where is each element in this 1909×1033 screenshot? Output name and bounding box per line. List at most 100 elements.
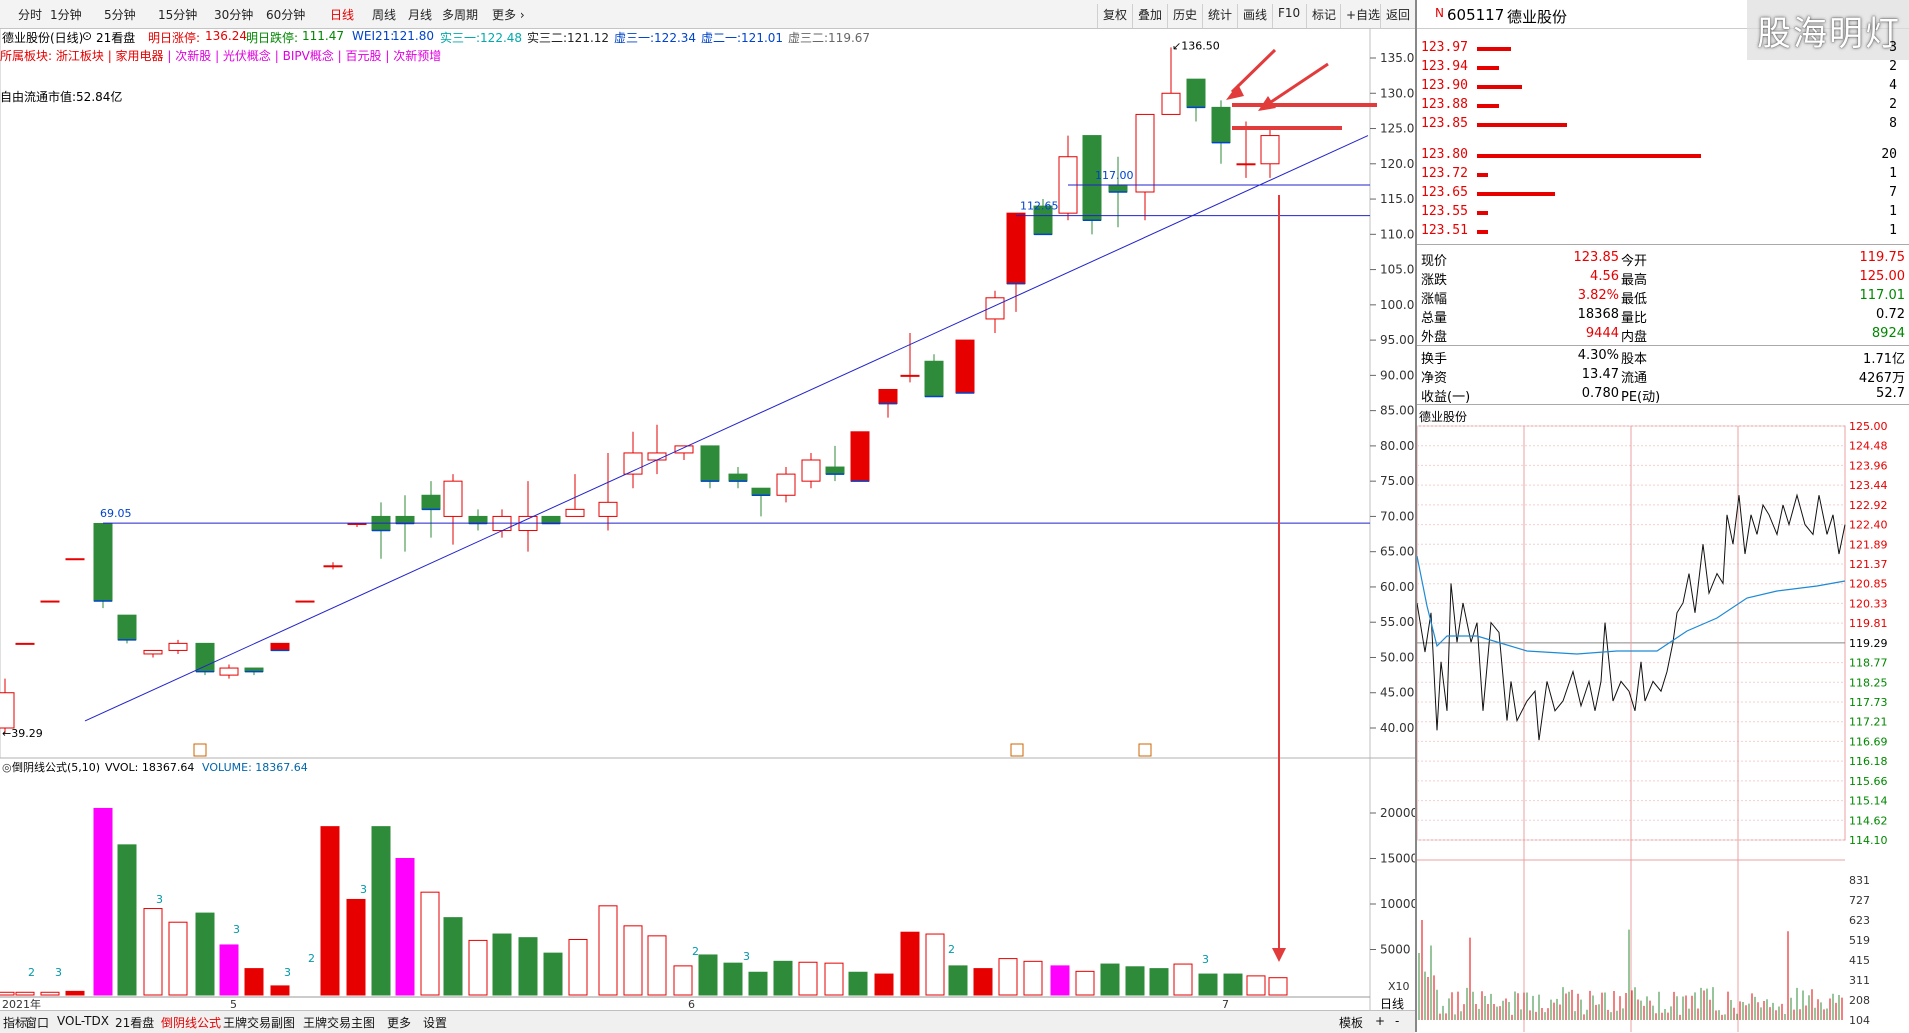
volume-bar[interactable] [1247,976,1265,995]
volume-bar[interactable] [144,909,162,995]
volume-bar[interactable] [519,938,537,995]
volume-bar[interactable] [1150,969,1168,995]
candle-body[interactable] [566,509,584,516]
candle-body[interactable] [1162,93,1180,114]
volume-bar[interactable] [569,939,587,995]
volume-bar[interactable] [901,932,919,995]
candle-body[interactable] [66,559,84,560]
volume-bar[interactable] [469,940,487,995]
tool-button-6[interactable]: 标记 [1306,4,1341,28]
volume-bar[interactable] [196,913,214,995]
candle-body[interactable] [542,516,560,523]
tool-button-5[interactable]: F10 [1272,4,1305,28]
volume-bar[interactable] [396,859,414,996]
bottom-tab-8[interactable]: 设置 [420,1014,450,1031]
candle-body[interactable] [648,453,666,460]
candle-body[interactable] [826,467,844,474]
volume-bar[interactable] [1024,961,1042,995]
candle-body[interactable] [41,601,59,602]
candle-body[interactable] [802,460,820,481]
order-book-row[interactable]: 123.88 2 [1417,97,1897,115]
volume-bar[interactable] [1174,964,1192,995]
order-book-row[interactable]: 123.90 4 [1417,78,1897,96]
bottom-tab-7[interactable]: 更多 [384,1014,414,1031]
candle-body[interactable] [144,650,162,654]
volume-bar[interactable] [1126,967,1144,995]
volume-bar[interactable] [372,827,390,995]
candle-body[interactable] [16,643,34,644]
candle-body[interactable] [220,668,238,675]
candle-body[interactable] [701,446,719,481]
volume-bar[interactable] [624,926,642,995]
volume-bar[interactable] [1269,978,1287,995]
event-marker-icon[interactable] [1139,744,1151,756]
candle-body[interactable] [752,488,770,495]
order-book-row[interactable]: 123.65 7 [1417,185,1897,203]
period-tab-10[interactable]: 更多 › [492,6,525,23]
volume-bar[interactable] [1199,974,1217,995]
candle-body[interactable] [118,615,136,640]
period-tab-0[interactable]: 分时 [18,6,42,23]
candle-body[interactable] [1136,114,1154,192]
volume-bar[interactable] [321,827,339,995]
bottom-tab-6[interactable]: 王牌交易主图 [300,1014,378,1031]
candle-body[interactable] [925,361,943,396]
volume-bar[interactable] [66,991,84,995]
candle-body[interactable] [469,516,487,523]
tool-button-3[interactable]: 统计 [1202,4,1237,28]
volume-bar[interactable] [118,845,136,995]
volume-bar[interactable] [544,953,562,995]
volume-bar[interactable] [699,955,717,995]
volume-bar[interactable] [749,972,767,995]
volume-bar[interactable] [1051,966,1069,995]
volume-bar[interactable] [16,992,34,995]
volume-bar[interactable] [1076,971,1094,995]
bottom-tab-5[interactable]: 王牌交易副图 [220,1014,298,1031]
candlestick-chart[interactable]: 135.0 130.0 125.0 120.0 115.0 110.0 105.0 100.0… [0,28,1415,1010]
order-book-row[interactable]: 123.80 20 [1417,147,1897,165]
order-book-row[interactable]: 123.51 1 [1417,223,1897,241]
order-book-row[interactable]: 123.55 1 [1417,204,1897,222]
order-book-row[interactable]: 123.85 8 [1417,116,1897,134]
order-book-row[interactable]: 123.94 2 [1417,59,1897,77]
candle-body[interactable] [444,481,462,516]
period-tab-3[interactable]: 15分钟 [158,6,197,23]
intraday-chart[interactable]: 125.00 124.48 123.96 123.44 122.92 122.40 121.… [1417,420,1909,1032]
period-tab-1[interactable]: 1分钟 [50,6,82,23]
order-book-row[interactable]: 123.72 1 [1417,166,1897,184]
candle-body[interactable] [94,523,112,601]
tool-button-4[interactable]: 画线 [1237,4,1272,28]
volume-bar[interactable] [974,969,992,995]
volume-bar[interactable] [421,892,439,995]
volume-bar[interactable] [41,992,59,995]
volume-bar[interactable] [245,969,263,995]
candle-body[interactable] [599,502,617,516]
volume-bar[interactable] [799,962,817,995]
volume-bar[interactable] [875,974,893,995]
candle-body[interactable] [1261,136,1279,164]
candle-body[interactable] [169,643,187,650]
tool-button-2[interactable]: 历史 [1167,4,1202,28]
volume-bar[interactable] [949,966,967,995]
event-marker-icon[interactable] [1011,744,1023,756]
volume-bar[interactable] [0,992,14,995]
bottom-right-button-0[interactable]: 模板 [1336,1014,1366,1031]
volume-bar[interactable] [926,934,944,995]
volume-bar[interactable] [648,936,666,995]
volume-bar[interactable] [724,963,742,995]
candle-body[interactable] [0,693,14,728]
volume-bar[interactable] [825,963,843,995]
candle-body[interactable] [777,474,795,495]
volume-bar[interactable] [271,986,289,995]
volume-bar[interactable] [1101,964,1119,995]
candle-body[interactable] [324,566,342,567]
candle-body[interactable] [1237,164,1255,165]
candle-body[interactable] [348,523,366,524]
volume-bar[interactable] [674,966,692,995]
volume-bar[interactable] [220,945,238,995]
candle-body[interactable] [879,389,897,403]
event-marker-icon[interactable] [194,744,206,756]
volume-bar[interactable] [999,959,1017,995]
candle-body[interactable] [956,340,974,393]
candle-body[interactable] [1109,185,1127,192]
